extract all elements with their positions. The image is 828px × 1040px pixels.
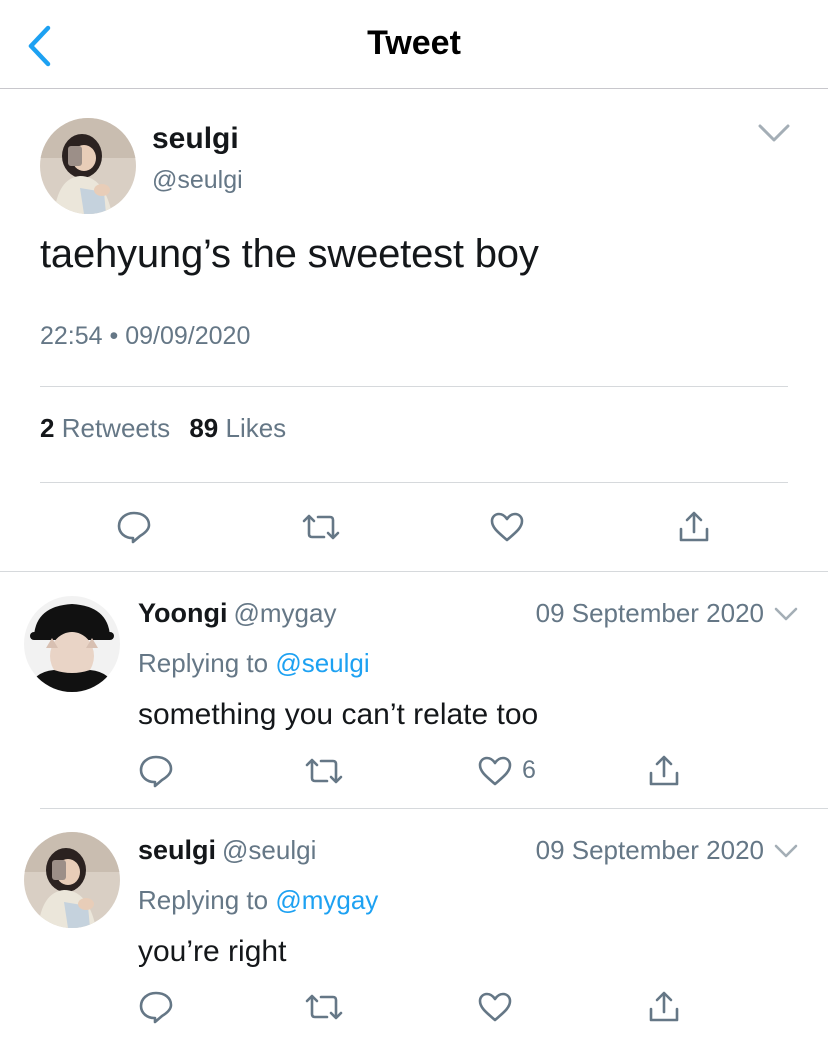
comment-bubble-icon bbox=[117, 511, 151, 544]
reply-author-handle: @seulgi bbox=[222, 835, 317, 865]
retweet-icon bbox=[305, 758, 343, 784]
share-button[interactable] bbox=[648, 991, 680, 1023]
reply-author-name: Yoongi bbox=[138, 598, 228, 628]
tweet-detail-screen: Tweet seulgi @seulgi taehyung’s the swee… bbox=[0, 0, 828, 1040]
retweets-stat[interactable]: 2 Retweets bbox=[40, 413, 170, 443]
tweet-timestamp: 22:54 • 09/09/2020 bbox=[40, 322, 250, 351]
like-count: 6 bbox=[522, 756, 536, 784]
retweet-icon bbox=[305, 994, 343, 1020]
reply-text: you’re right bbox=[138, 935, 287, 968]
reply-options-button[interactable] bbox=[772, 839, 800, 863]
reply-author[interactable]: seulgi @seulgi bbox=[138, 835, 316, 866]
like-button[interactable] bbox=[477, 991, 513, 1023]
reply-author-name: seulgi bbox=[138, 835, 217, 865]
chevron-down-icon bbox=[774, 844, 798, 858]
mention-link[interactable]: @mygay bbox=[275, 885, 378, 915]
comment-bubble-icon bbox=[139, 991, 173, 1024]
avatar[interactable] bbox=[40, 118, 136, 214]
navigation-bar: Tweet bbox=[0, 0, 828, 89]
page-title: Tweet bbox=[367, 24, 461, 62]
chevron-down-icon bbox=[774, 607, 798, 621]
likes-stat[interactable]: 89 Likes bbox=[189, 413, 286, 443]
share-icon bbox=[649, 991, 679, 1022]
reply-text: something you can’t relate too bbox=[138, 698, 539, 731]
retweet-button[interactable] bbox=[305, 756, 343, 786]
author-handle[interactable]: @seulgi bbox=[152, 166, 243, 195]
share-icon bbox=[649, 755, 679, 786]
meta-separator: • bbox=[109, 322, 119, 350]
heart-icon bbox=[478, 756, 512, 786]
likes-label: Likes bbox=[225, 413, 287, 443]
replying-to: Replying to @seulgi bbox=[138, 648, 370, 679]
reply-button[interactable] bbox=[138, 990, 174, 1024]
replying-to-label: Replying to bbox=[138, 885, 269, 915]
tweet-time: 22:54 bbox=[40, 322, 103, 350]
comment-bubble-icon bbox=[139, 755, 173, 788]
mention-link[interactable]: @seulgi bbox=[275, 648, 369, 678]
like-button[interactable] bbox=[477, 755, 513, 787]
retweets-label: Retweets bbox=[61, 413, 171, 443]
share-icon bbox=[679, 511, 709, 542]
avatar[interactable] bbox=[24, 832, 120, 928]
divider bbox=[40, 386, 788, 387]
reply-button[interactable] bbox=[138, 754, 174, 788]
heart-icon bbox=[478, 992, 512, 1022]
tweet-date: 09/09/2020 bbox=[125, 322, 251, 350]
replying-to-label: Replying to bbox=[138, 648, 269, 678]
divider bbox=[0, 571, 828, 572]
author-name[interactable]: seulgi bbox=[152, 122, 239, 156]
share-button[interactable] bbox=[678, 511, 710, 543]
retweets-count: 2 bbox=[40, 413, 55, 443]
reply-button[interactable] bbox=[116, 510, 152, 544]
tweet-text: taehyung’s the sweetest boy bbox=[40, 232, 539, 276]
like-button[interactable] bbox=[489, 511, 525, 543]
retweet-icon bbox=[302, 514, 340, 540]
reply-options-button[interactable] bbox=[772, 602, 800, 626]
chevron-down-icon bbox=[758, 124, 790, 142]
reply-date: 09 September 2020 bbox=[535, 598, 764, 628]
tweet-stats: 2 Retweets 89 Likes bbox=[40, 413, 286, 444]
reply-author[interactable]: Yoongi @mygay bbox=[138, 598, 336, 629]
divider bbox=[40, 808, 828, 809]
reply-date: 09 September 2020 bbox=[535, 835, 764, 865]
tweet-options-button[interactable] bbox=[756, 118, 792, 148]
share-button[interactable] bbox=[648, 755, 680, 787]
heart-icon bbox=[490, 512, 524, 542]
likes-count: 89 bbox=[189, 413, 219, 443]
divider bbox=[40, 482, 788, 483]
replying-to: Replying to @mygay bbox=[138, 885, 378, 916]
retweet-button[interactable] bbox=[302, 512, 340, 542]
avatar[interactable] bbox=[24, 596, 120, 692]
retweet-button[interactable] bbox=[305, 992, 343, 1022]
reply-author-handle: @mygay bbox=[233, 598, 337, 628]
